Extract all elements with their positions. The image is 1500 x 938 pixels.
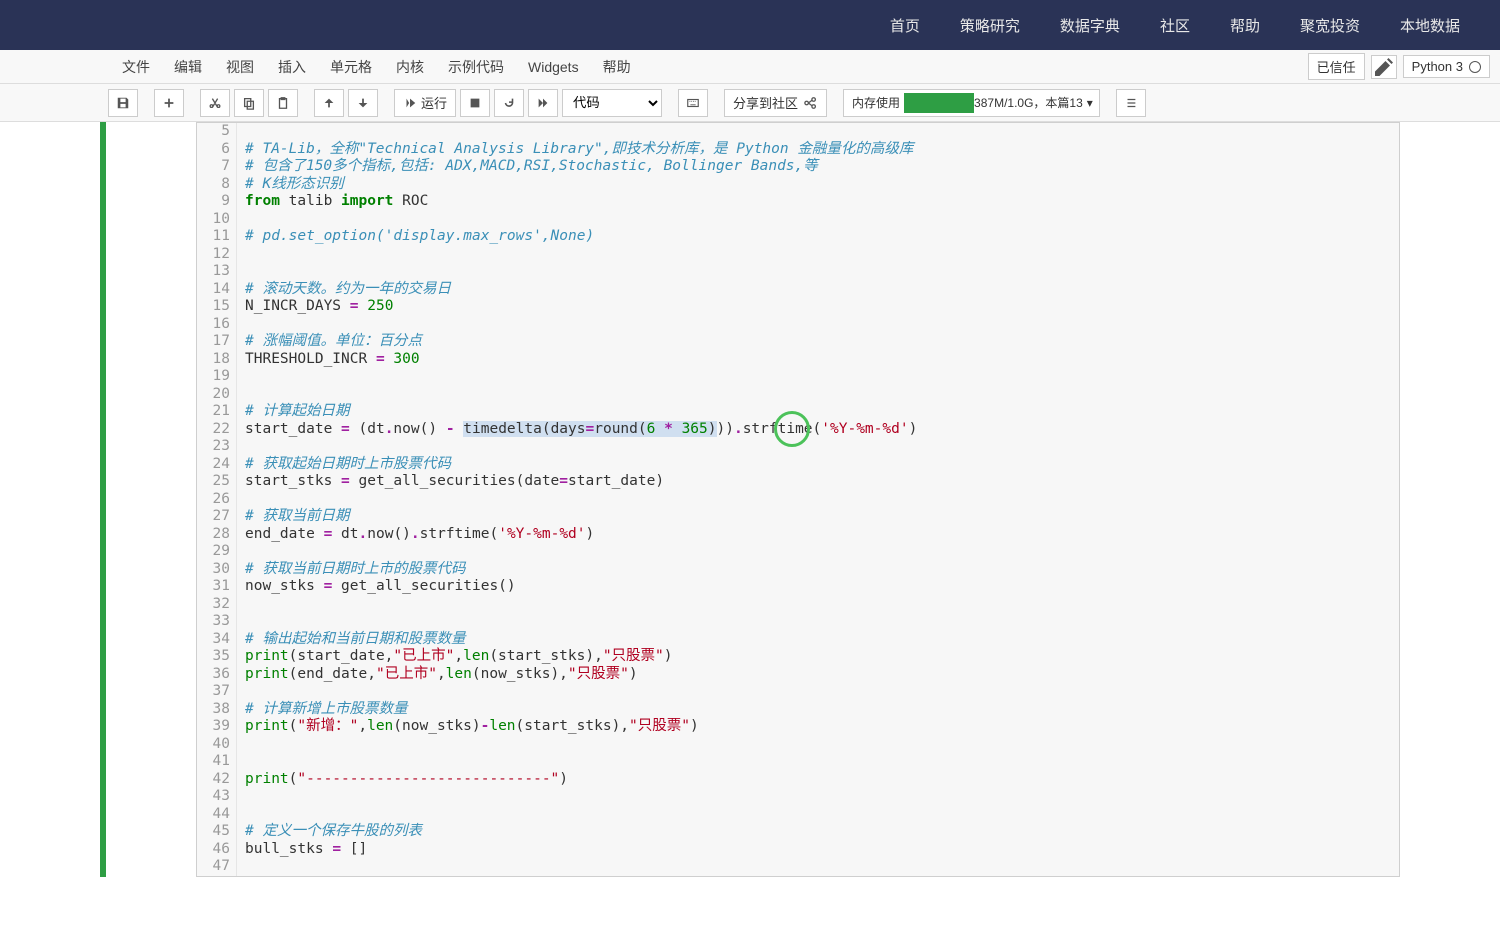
scissors-icon (208, 96, 222, 110)
line-number-gutter: 5678910111213141516171819202122232425262… (197, 123, 237, 876)
nav-help[interactable]: 帮助 (1210, 15, 1280, 36)
nav-home[interactable]: 首页 (870, 15, 940, 36)
top-nav: 首页 策略研究 数据字典 社区 帮助 聚宽投资 本地数据 (0, 0, 1500, 50)
move-down-button[interactable] (348, 89, 378, 117)
share-icon (804, 96, 818, 110)
menu-view[interactable]: 视图 (214, 51, 266, 83)
toc-button[interactable] (1116, 89, 1146, 117)
edit-button[interactable] (1371, 55, 1397, 79)
menu-edit[interactable]: 编辑 (162, 51, 214, 83)
nav-data-dict[interactable]: 数据字典 (1040, 15, 1140, 36)
share-button[interactable]: 分享到社区 (724, 89, 827, 117)
code-content[interactable]: # TA-Lib，全称"Technical Analysis Library",… (237, 123, 1399, 876)
keyboard-icon (686, 96, 700, 110)
cut-button[interactable] (200, 89, 230, 117)
mem-text: 387M/1.0G，本篇13 (974, 94, 1083, 111)
stop-button[interactable] (460, 89, 490, 117)
restart-icon (502, 96, 516, 110)
paste-button[interactable] (268, 89, 298, 117)
restart-button[interactable] (494, 89, 524, 117)
menu-kernel[interactable]: 内核 (384, 51, 436, 83)
save-button[interactable] (108, 89, 138, 117)
nav-joinquant[interactable]: 聚宽投资 (1280, 15, 1380, 36)
cell-type-select[interactable]: 代码 (562, 89, 662, 117)
menubar: 文件 编辑 视图 插入 单元格 内核 示例代码 Widgets 帮助 已信任 P… (0, 50, 1500, 84)
toolbar: 运行 代码 分享到社区 内存使用 387M/1.0G，本篇13 ▾ (0, 84, 1500, 122)
run-icon (403, 96, 417, 110)
mem-caret: ▾ (1083, 96, 1097, 110)
menu-sample-code[interactable]: 示例代码 (436, 51, 516, 83)
paste-icon (276, 96, 290, 110)
kernel-status-icon (1469, 61, 1481, 73)
run-button[interactable]: 运行 (394, 89, 456, 117)
menu-cell[interactable]: 单元格 (318, 51, 384, 83)
nav-community[interactable]: 社区 (1140, 15, 1210, 36)
menu-widgets[interactable]: Widgets (516, 53, 591, 81)
menu-help[interactable]: 帮助 (591, 51, 643, 83)
notebook-area: 5678910111213141516171819202122232425262… (0, 122, 1500, 877)
mem-label: 内存使用 (852, 94, 900, 111)
menu-file[interactable]: 文件 (110, 51, 162, 83)
nav-local-data[interactable]: 本地数据 (1380, 15, 1480, 36)
arrow-up-icon (322, 96, 336, 110)
fast-forward-button[interactable] (528, 89, 558, 117)
kernel-name: Python 3 (1412, 59, 1463, 74)
fast-forward-icon (536, 96, 550, 110)
copy-icon (242, 96, 256, 110)
list-icon (1124, 96, 1138, 110)
save-icon (116, 96, 130, 110)
stop-icon (468, 96, 482, 110)
copy-button[interactable] (234, 89, 264, 117)
share-label: 分享到社区 (733, 93, 798, 112)
trusted-badge[interactable]: 已信任 (1308, 53, 1365, 80)
nav-strategy[interactable]: 策略研究 (940, 15, 1040, 36)
memory-indicator[interactable]: 内存使用 387M/1.0G，本篇13 ▾ (843, 89, 1100, 117)
kernel-indicator[interactable]: Python 3 (1403, 55, 1490, 78)
add-cell-button[interactable] (154, 89, 184, 117)
move-up-button[interactable] (314, 89, 344, 117)
pencil-icon (1372, 55, 1396, 79)
keyboard-button[interactable] (678, 89, 708, 117)
menu-insert[interactable]: 插入 (266, 51, 318, 83)
arrow-down-icon (356, 96, 370, 110)
code-cell[interactable]: 5678910111213141516171819202122232425262… (100, 122, 1400, 877)
mem-bar (904, 93, 974, 113)
run-label: 运行 (421, 93, 447, 112)
plus-icon (162, 96, 176, 110)
code-editor[interactable]: 5678910111213141516171819202122232425262… (196, 122, 1400, 877)
